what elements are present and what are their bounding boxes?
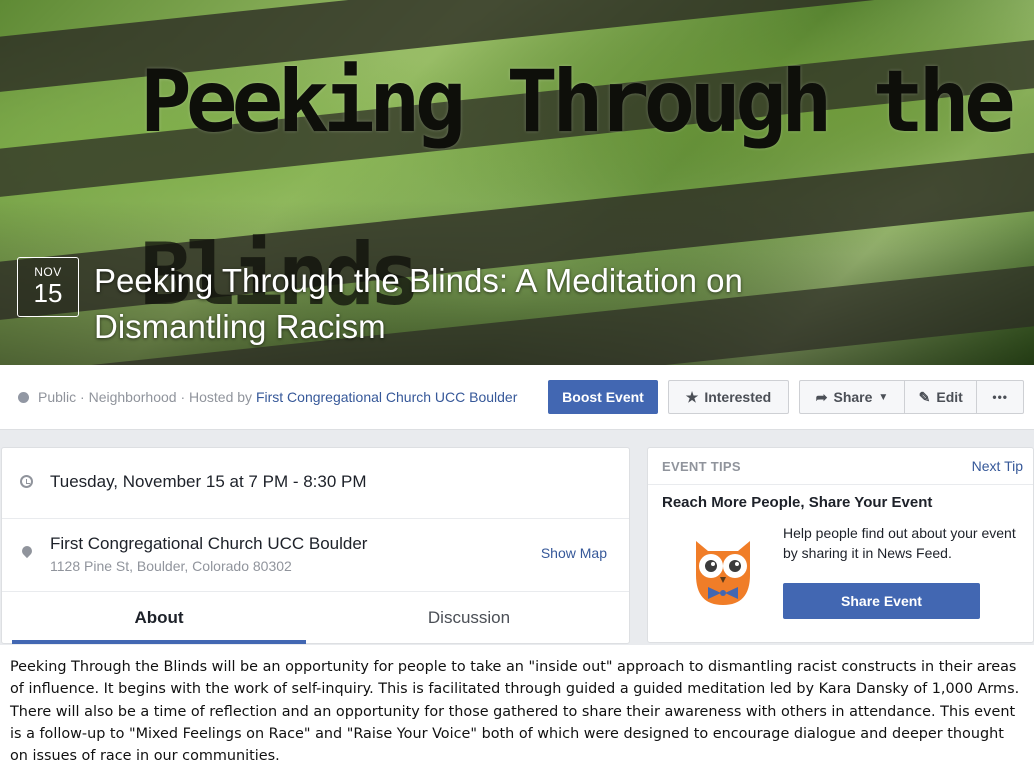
event-tips-card: EVENT TIPS Next Tip Reach More People, S… — [647, 447, 1034, 643]
clock-icon — [20, 475, 33, 488]
share-event-label: Share Event — [841, 593, 922, 609]
next-tip-link[interactable]: Next Tip — [972, 458, 1023, 474]
share-event-button[interactable]: Share Event — [783, 583, 980, 619]
interested-button[interactable]: ★ Interested — [668, 380, 789, 414]
share-arrow-icon: ➦ — [815, 388, 828, 405]
chevron-down-icon: ▼ — [878, 391, 889, 403]
boost-event-label: Boost Event — [562, 389, 644, 405]
owl-icon — [696, 541, 750, 605]
tab-about[interactable]: About — [12, 592, 306, 644]
event-details-card: Tuesday, November 15 at 7 PM - 8:30 PM F… — [1, 447, 630, 644]
event-location-row: First Congregational Church UCC Boulder … — [2, 519, 629, 592]
edit-label: Edit — [936, 389, 963, 405]
location-name[interactable]: First Congregational Church UCC Boulder — [50, 534, 367, 554]
hosted-by-label: · Hosted by — [176, 389, 256, 405]
date-day: 15 — [33, 278, 63, 308]
event-cover-photo: Peeking Through the Blinds NOV 15 Peekin… — [0, 0, 1034, 365]
category-label[interactable]: Neighborhood — [89, 389, 177, 405]
share-edit-more-group: ➦ Share ▼ ✎ Edit ••• — [799, 380, 1024, 414]
meta-separator: · — [76, 389, 89, 405]
event-time-row: Tuesday, November 15 at 7 PM - 8:30 PM — [2, 448, 629, 519]
show-map-link[interactable]: Show Map — [541, 545, 607, 561]
divider — [648, 484, 1033, 485]
tip-description: Help people find out about your event by… — [783, 525, 1016, 561]
event-title: Peeking Through the Blinds: A Meditation… — [94, 262, 743, 345]
host-link[interactable]: First Congregational Church UCC Boulder — [256, 389, 517, 405]
event-meta-line: Public · Neighborhood · Hosted by First … — [38, 389, 533, 405]
interested-label: Interested — [704, 389, 772, 405]
privacy-label[interactable]: Public — [38, 389, 76, 405]
edit-button[interactable]: ✎ Edit — [905, 381, 978, 413]
share-label: Share — [833, 389, 873, 405]
boost-event-button[interactable]: Boost Event — [548, 380, 658, 414]
map-pin-icon — [19, 543, 35, 559]
event-datetime[interactable]: Tuesday, November 15 at 7 PM - 8:30 PM — [50, 472, 367, 492]
more-options-button[interactable]: ••• — [977, 381, 1023, 413]
event-description: Peeking Through the Blinds will be an op… — [0, 645, 1034, 776]
tab-discussion[interactable]: Discussion — [322, 592, 616, 644]
tip-title: Reach More People, Share Your Event — [662, 494, 933, 511]
event-action-bar: Public · Neighborhood · Hosted by First … — [0, 365, 1034, 430]
more-options-icon: ••• — [992, 390, 1009, 404]
event-tips-header: EVENT TIPS — [662, 459, 741, 474]
pencil-icon: ✎ — [918, 388, 931, 405]
share-button[interactable]: ➦ Share ▼ — [800, 381, 906, 413]
globe-icon — [18, 392, 29, 403]
date-month: NOV — [34, 265, 62, 279]
star-icon: ★ — [685, 388, 699, 405]
event-tabs: About Discussion — [2, 592, 629, 644]
event-date-badge: NOV 15 — [17, 257, 79, 317]
location-address: 1128 Pine St, Boulder, Colorado 80302 — [50, 558, 292, 574]
cover-image-title: Peeking Through the — [140, 52, 1016, 152]
